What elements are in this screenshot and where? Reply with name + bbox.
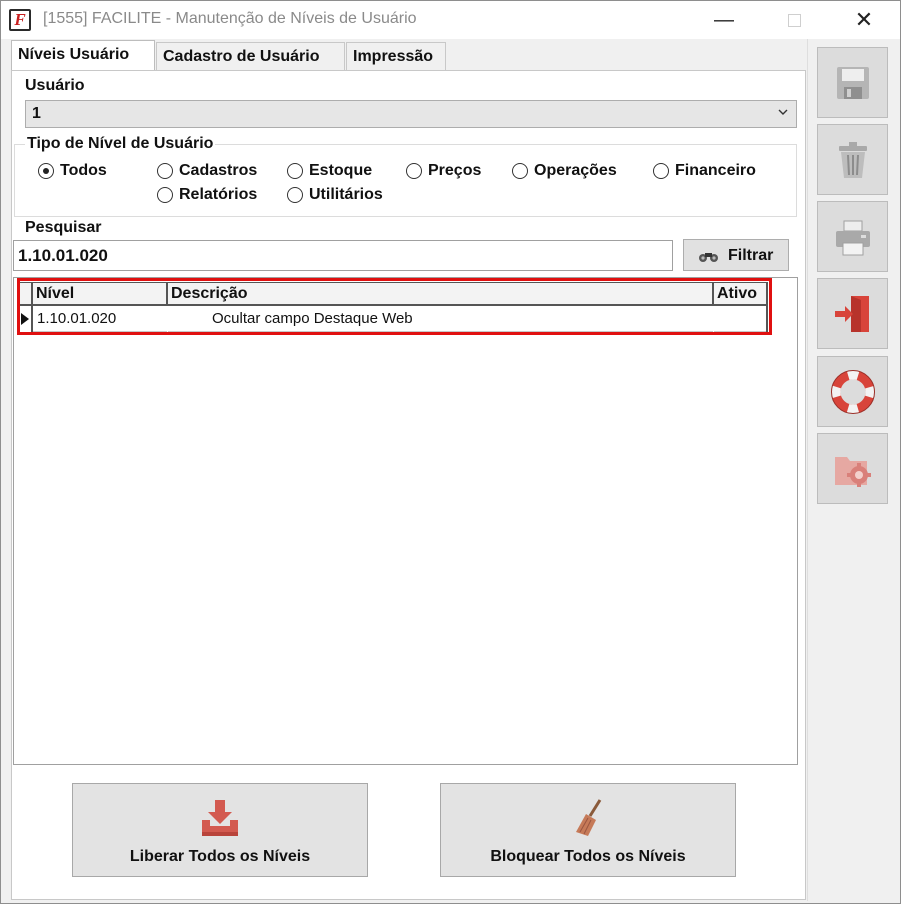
title-bar: F [1555] FACILITE - Manutenção de Níveis…	[1, 1, 900, 39]
user-select-value: 1	[32, 105, 41, 122]
trash-icon	[839, 142, 867, 178]
radio-label: Financeiro	[675, 162, 756, 179]
sidebar-divider	[807, 39, 808, 901]
tab-niveis-usuario[interactable]: Níveis Usuário	[11, 40, 155, 71]
save-icon	[837, 67, 869, 99]
block-all-button[interactable]: Bloquear Todos os Níveis	[440, 783, 736, 877]
maximize-button[interactable]	[771, 1, 817, 39]
radio-circle	[157, 163, 173, 179]
radio-label: Todos	[60, 162, 107, 179]
delete-button[interactable]	[817, 124, 888, 195]
app-logo-letter: F	[11, 11, 29, 29]
search-input-value: 1.10.01.020	[18, 246, 108, 265]
filter-button[interactable]: Filtrar	[683, 239, 789, 271]
minimize-button[interactable]: —	[701, 1, 747, 39]
maximize-icon	[788, 14, 801, 27]
search-input[interactable]: 1.10.01.020	[13, 240, 673, 271]
radio-label: Utilitários	[309, 186, 383, 203]
radio-circle	[653, 163, 669, 179]
chevron-down-icon	[778, 109, 788, 115]
tab-impressao[interactable]: Impressão	[346, 42, 446, 70]
filter-button-label: Filtrar	[728, 247, 774, 264]
folder-gear-icon	[835, 457, 871, 487]
tab-cadastro-usuario[interactable]: Cadastro de Usuário	[156, 42, 345, 70]
radio-circle	[287, 187, 303, 203]
exit-door-icon	[835, 296, 869, 332]
radio-circle	[157, 187, 173, 203]
help-button[interactable]	[817, 356, 888, 427]
close-button[interactable]: ✕	[841, 1, 887, 39]
main-window: F [1555] FACILITE - Manutenção de Níveis…	[0, 0, 901, 904]
printer-icon	[836, 220, 870, 256]
highlight-box	[17, 278, 772, 335]
radio-circle	[406, 163, 422, 179]
user-label: Usuário	[25, 77, 85, 94]
broom-icon	[576, 799, 602, 836]
levels-grid[interactable]	[13, 277, 798, 765]
radio-circle	[38, 163, 54, 179]
search-label: Pesquisar	[25, 219, 102, 236]
radio-label: Relatórios	[179, 186, 258, 203]
radio-label: Estoque	[309, 162, 373, 179]
level-type-title: Tipo de Nível de Usuário	[25, 135, 216, 153]
release-all-label: Liberar Todos os Níveis	[129, 848, 311, 865]
binoculars-icon	[699, 253, 718, 262]
save-button[interactable]	[817, 47, 888, 118]
window-title: [1555] FACILITE - Manutenção de Níveis d…	[43, 10, 417, 27]
radio-circle	[512, 163, 528, 179]
level-type-group	[14, 144, 797, 217]
radio-circle	[287, 163, 303, 179]
exit-button[interactable]	[817, 278, 888, 349]
print-button[interactable]	[817, 201, 888, 272]
lifebuoy-icon	[831, 370, 875, 414]
radio-label: Preços	[428, 162, 482, 179]
app-logo-icon: F	[9, 9, 31, 31]
radio-label: Operações	[534, 162, 617, 179]
block-all-label: Bloquear Todos os Níveis	[490, 848, 686, 865]
release-all-button[interactable]: Liberar Todos os Níveis	[72, 783, 368, 877]
radio-label: Cadastros	[179, 162, 258, 179]
settings-button[interactable]	[817, 433, 888, 504]
user-select[interactable]: 1	[25, 100, 797, 128]
download-tray-icon	[202, 800, 238, 836]
